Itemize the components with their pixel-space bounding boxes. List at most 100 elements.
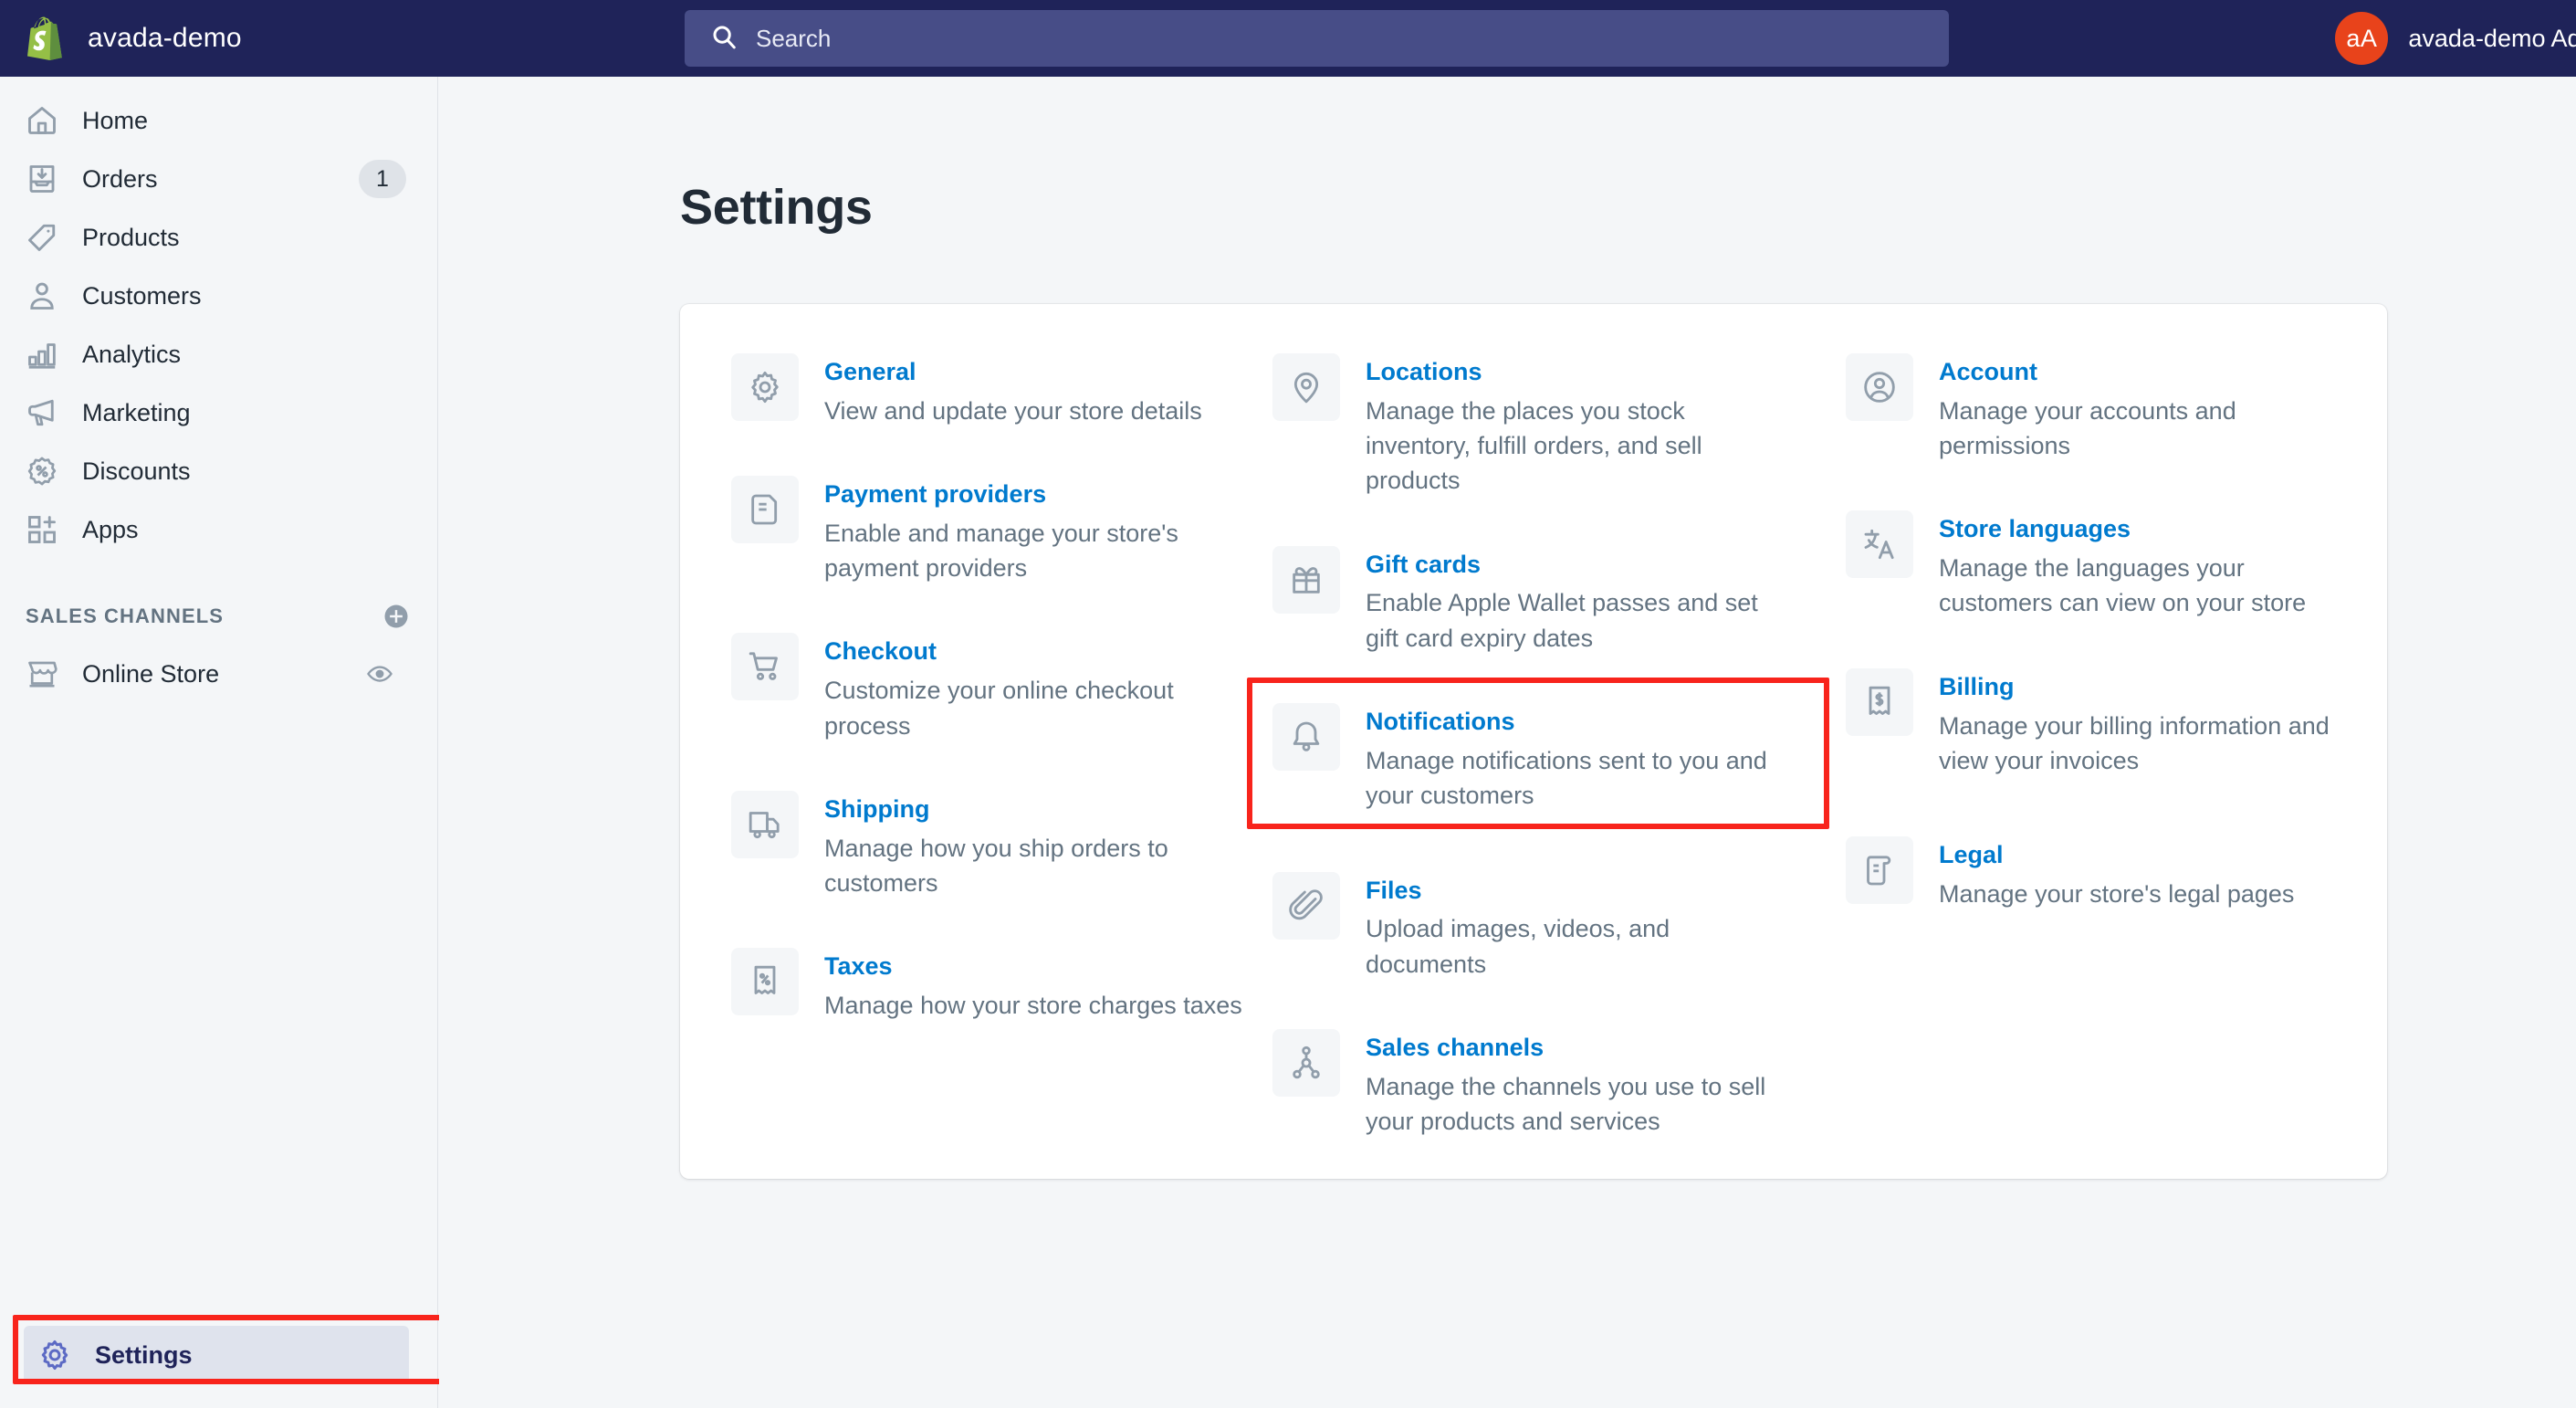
setting-link[interactable]: Checkout: [824, 636, 1253, 667]
setting-link[interactable]: Gift cards: [1366, 550, 1795, 581]
sidebar-item-label: Orders: [82, 164, 158, 193]
search-icon: [710, 23, 738, 55]
sidebar: Home Orders 1 Products Customers Analyti…: [0, 77, 453, 1408]
sidebar-item-label: Customers: [82, 281, 202, 310]
discounts-percent-icon: [26, 455, 58, 488]
bell-icon: [1272, 703, 1340, 772]
sidebar-item-settings[interactable]: Settings: [24, 1326, 409, 1384]
setting-link[interactable]: Taxes: [824, 951, 1242, 982]
marketing-megaphone-icon: [26, 396, 58, 429]
search-area: Search: [685, 10, 1949, 67]
shopping-cart-icon: [731, 633, 799, 701]
setting-link[interactable]: Billing: [1939, 672, 2340, 703]
products-tag-icon: [26, 221, 58, 254]
top-bar: avada-demo Search aA avada-demo Adm: [0, 0, 2576, 77]
setting-description: Customize your online checkout process: [824, 677, 1174, 740]
main-content: Settings General View and update your st…: [439, 77, 2576, 1408]
sidebar-item-marketing[interactable]: Marketing: [11, 384, 421, 442]
setting-description: Manage the languages your customers can …: [1939, 554, 2307, 617]
home-icon: [26, 104, 58, 137]
setting-link[interactable]: Shipping: [824, 794, 1253, 825]
receipt-percent-icon: [731, 948, 799, 1016]
setting-link[interactable]: Account: [1939, 357, 2340, 388]
orders-badge: 1: [359, 160, 406, 198]
sales-channels-node-icon: [1272, 1028, 1340, 1097]
sidebar-item-analytics[interactable]: Analytics: [11, 325, 421, 384]
setting-store-languages[interactable]: Store languages Manage the languages you…: [1846, 510, 2340, 667]
sidebar-item-label: Home: [82, 106, 149, 134]
sidebar-item-label: Settings: [95, 1340, 193, 1369]
brand-name: avada-demo: [88, 23, 242, 53]
setting-shipping[interactable]: Shipping Manage how you ship orders to c…: [731, 790, 1272, 948]
sidebar-item-customers[interactable]: Customers: [11, 267, 421, 325]
setting-description: Manage your accounts and permissions: [1939, 396, 2236, 460]
sidebar-item-orders[interactable]: Orders 1: [11, 150, 421, 208]
setting-description: Manage the places you stock inventory, f…: [1366, 396, 1702, 495]
setting-link[interactable]: Legal: [1939, 840, 2294, 871]
analytics-bars-icon: [26, 338, 58, 371]
sidebar-item-online-store[interactable]: Online Store: [11, 645, 421, 703]
setting-account[interactable]: Account Manage your accounts and permiss…: [1846, 353, 2340, 510]
plus-circle-icon[interactable]: [382, 603, 410, 630]
sidebar-item-home[interactable]: Home: [11, 91, 421, 150]
gift-icon: [1272, 545, 1340, 614]
sidebar-item-label: Products: [82, 223, 180, 251]
setting-link[interactable]: Files: [1366, 876, 1795, 907]
payment-card-icon: [731, 476, 799, 544]
sidebar-item-label: Online Store: [82, 659, 220, 688]
setting-gift-cards[interactable]: Gift cards Enable Apple Wallet passes an…: [1272, 545, 1846, 703]
setting-general[interactable]: General View and update your store detai…: [731, 353, 1272, 476]
sidebar-item-apps[interactable]: Apps: [11, 500, 421, 559]
search-placeholder: Search: [756, 24, 832, 52]
paperclip-icon: [1272, 871, 1340, 940]
setting-description: Upload images, videos, and documents: [1366, 915, 1670, 978]
setting-sales-channels[interactable]: Sales channels Manage the channels you u…: [1272, 1028, 1846, 1139]
setting-description: Manage how your store charges taxes: [824, 992, 1242, 1020]
setting-description: Enable Apple Wallet passes and set gift …: [1366, 589, 1758, 652]
setting-description: View and update your store details: [824, 396, 1202, 425]
sidebar-item-products[interactable]: Products: [11, 208, 421, 267]
sidebar-item-discounts[interactable]: Discounts: [11, 442, 421, 500]
setting-checkout[interactable]: Checkout Customize your online checkout …: [731, 633, 1272, 790]
gear-icon: [38, 1339, 71, 1371]
setting-link[interactable]: General: [824, 357, 1202, 388]
setting-link[interactable]: Notifications: [1366, 707, 1795, 738]
setting-description: Manage how you ship orders to customers: [824, 834, 1168, 897]
settings-slot: Settings: [13, 1315, 453, 1384]
setting-notifications[interactable]: Notifications Manage notifications sent …: [1247, 678, 1846, 871]
setting-description: Manage your billing information and view…: [1939, 711, 2330, 774]
receipt-dollar-icon: [1846, 667, 1913, 736]
setting-link[interactable]: Store languages: [1939, 514, 2340, 545]
account-name: avada-demo Adm: [2408, 24, 2576, 52]
search-input[interactable]: Search: [685, 10, 1949, 67]
setting-legal[interactable]: Legal Manage your store's legal pages: [1846, 836, 2340, 959]
setting-payment-providers[interactable]: Payment providers Enable and manage your…: [731, 476, 1272, 633]
legal-scroll-icon: [1846, 836, 1913, 905]
brand-area[interactable]: avada-demo: [0, 0, 438, 77]
orders-icon: [26, 163, 58, 195]
gear-icon: [731, 353, 799, 421]
sidebar-item-label: Discounts: [82, 457, 191, 485]
settings-column-1: General View and update your store detai…: [731, 353, 1272, 1139]
setting-link[interactable]: Payment providers: [824, 479, 1253, 510]
translate-icon: [1846, 510, 1913, 579]
sidebar-item-label: Marketing: [82, 398, 191, 426]
online-store-icon: [26, 657, 58, 690]
setting-billing[interactable]: Billing Manage your billing information …: [1846, 667, 2340, 836]
setting-locations[interactable]: Locations Manage the places you stock in…: [1272, 353, 1846, 546]
setting-files[interactable]: Files Upload images, videos, and documen…: [1272, 871, 1846, 1029]
page-title: Settings: [680, 180, 873, 235]
setting-link[interactable]: Sales channels: [1366, 1033, 1795, 1064]
settings-column-3: Account Manage your accounts and permiss…: [1846, 353, 2340, 1139]
setting-description: Enable and manage your store's payment p…: [824, 519, 1178, 583]
settings-card: General View and update your store detai…: [680, 304, 2387, 1180]
setting-link[interactable]: Locations: [1366, 357, 1795, 388]
sales-channels-header: SALES CHANNELS: [26, 594, 410, 639]
shopify-logo-icon: [26, 15, 68, 62]
setting-description: Manage notifications sent to you and you…: [1366, 746, 1767, 810]
truck-icon: [731, 790, 799, 858]
sales-channels-title: SALES CHANNELS: [26, 604, 225, 627]
account-area[interactable]: aA avada-demo Adm: [2335, 0, 2576, 77]
setting-taxes[interactable]: Taxes Manage how your store charges taxe…: [731, 948, 1272, 1023]
eye-icon[interactable]: [353, 655, 406, 693]
